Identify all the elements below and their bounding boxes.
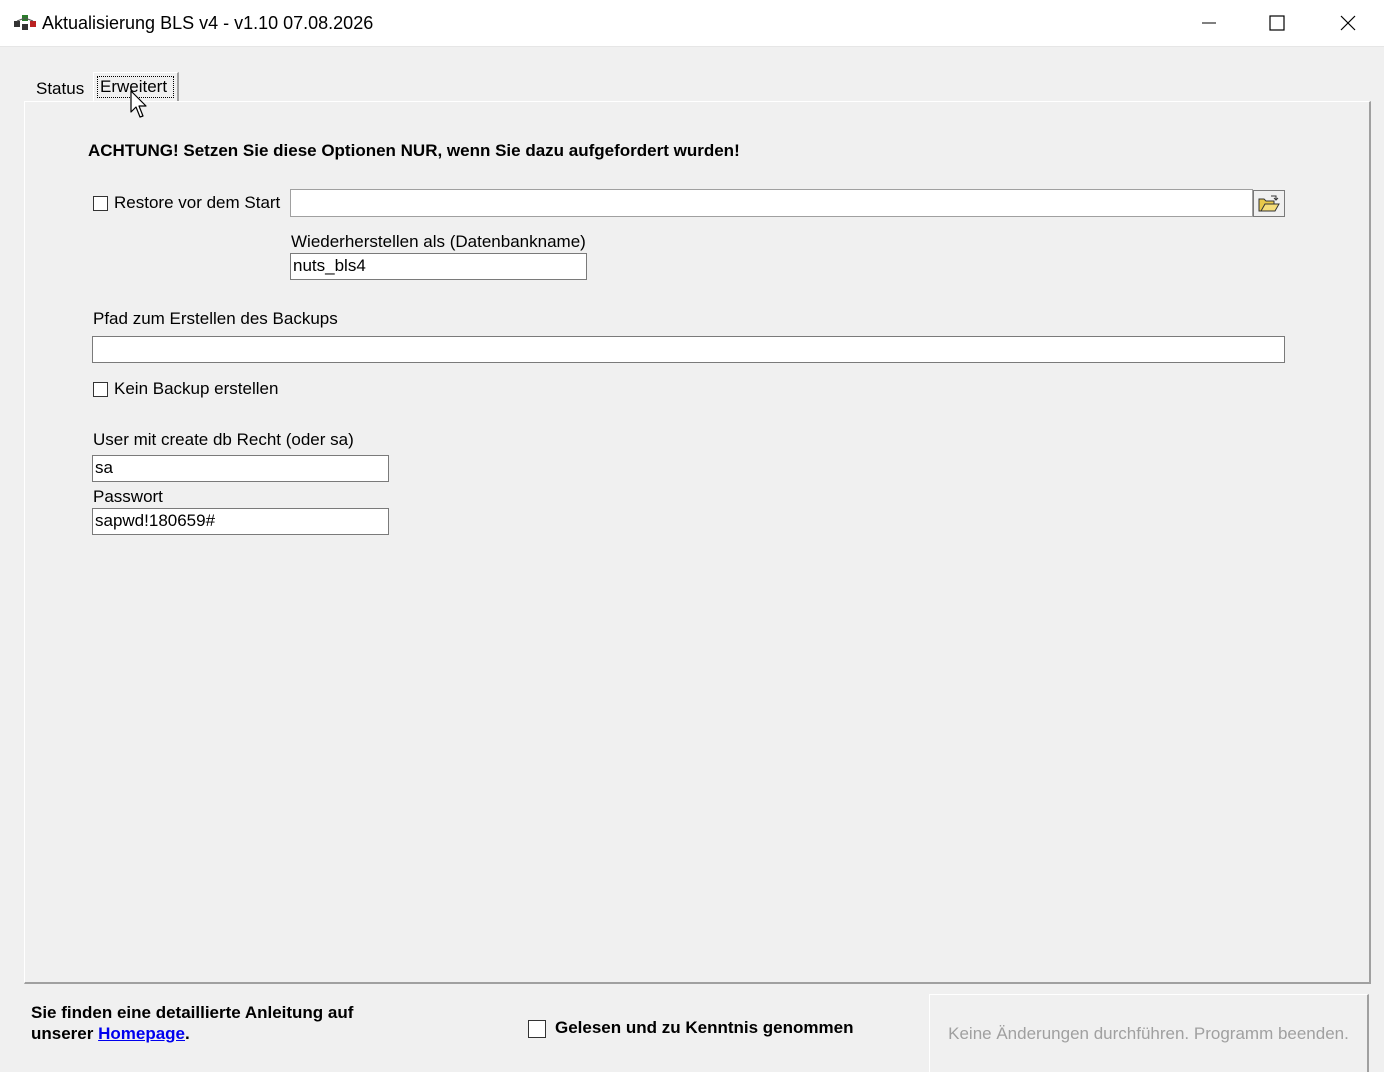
footer-info-prefix: unserer [31, 1024, 99, 1043]
restore-as-label: Wiederherstellen als (Datenbankname) [291, 232, 586, 251]
confirm-checkbox-label[interactable]: Gelesen und zu Kenntnis genommen [555, 1018, 853, 1038]
footer-info: Sie finden eine detaillierte Anleitung a… [31, 1002, 353, 1044]
restore-checkbox[interactable] [93, 196, 108, 211]
restore-checkbox-label[interactable]: Restore vor dem Start [114, 193, 280, 213]
close-button[interactable] [1314, 0, 1382, 46]
no-backup-checkbox[interactable] [93, 382, 108, 397]
warning-text: ACHTUNG! Setzen Sie diese Optionen NUR, … [88, 141, 740, 160]
mouse-cursor-icon [130, 90, 147, 118]
browse-button[interactable] [1253, 190, 1285, 217]
tab-panel-erweitert [24, 101, 1371, 984]
backup-path-label: Pfad zum Erstellen des Backups [93, 309, 338, 328]
folder-open-icon [1258, 195, 1280, 211]
exit-button[interactable]: Keine Änderungen durchführen. Programm b… [929, 994, 1369, 1072]
title-bar: Aktualisierung BLS v4 - v1.10 07.08.2026 [0, 0, 1384, 47]
restore-path-field[interactable] [290, 189, 1253, 217]
maximize-icon [1269, 15, 1285, 31]
restore-as-field[interactable]: nuts_bls4 [290, 253, 587, 280]
backup-path-field[interactable] [92, 336, 1285, 363]
maximize-button[interactable] [1243, 0, 1311, 46]
password-label: Passwort [93, 487, 163, 506]
window-title: Aktualisierung BLS v4 - v1.10 07.08.2026 [42, 13, 374, 33]
no-backup-label[interactable]: Kein Backup erstellen [114, 379, 278, 399]
user-field[interactable]: sa [92, 455, 389, 482]
password-field[interactable]: sapwd!180659# [92, 508, 389, 535]
app-icon [14, 15, 36, 30]
minimize-button[interactable] [1175, 0, 1243, 46]
footer-info-suffix: . [185, 1024, 190, 1043]
minimize-icon [1202, 22, 1216, 24]
close-icon [1340, 15, 1356, 31]
footer-info-line2: unserer Homepage. [31, 1023, 353, 1044]
homepage-link[interactable]: Homepage [98, 1024, 185, 1043]
confirm-checkbox[interactable] [528, 1020, 546, 1038]
footer-info-line1: Sie finden eine detaillierte Anleitung a… [31, 1003, 354, 1022]
tab-status[interactable]: Status [30, 76, 92, 102]
user-label: User mit create db Recht (oder sa) [93, 430, 354, 449]
